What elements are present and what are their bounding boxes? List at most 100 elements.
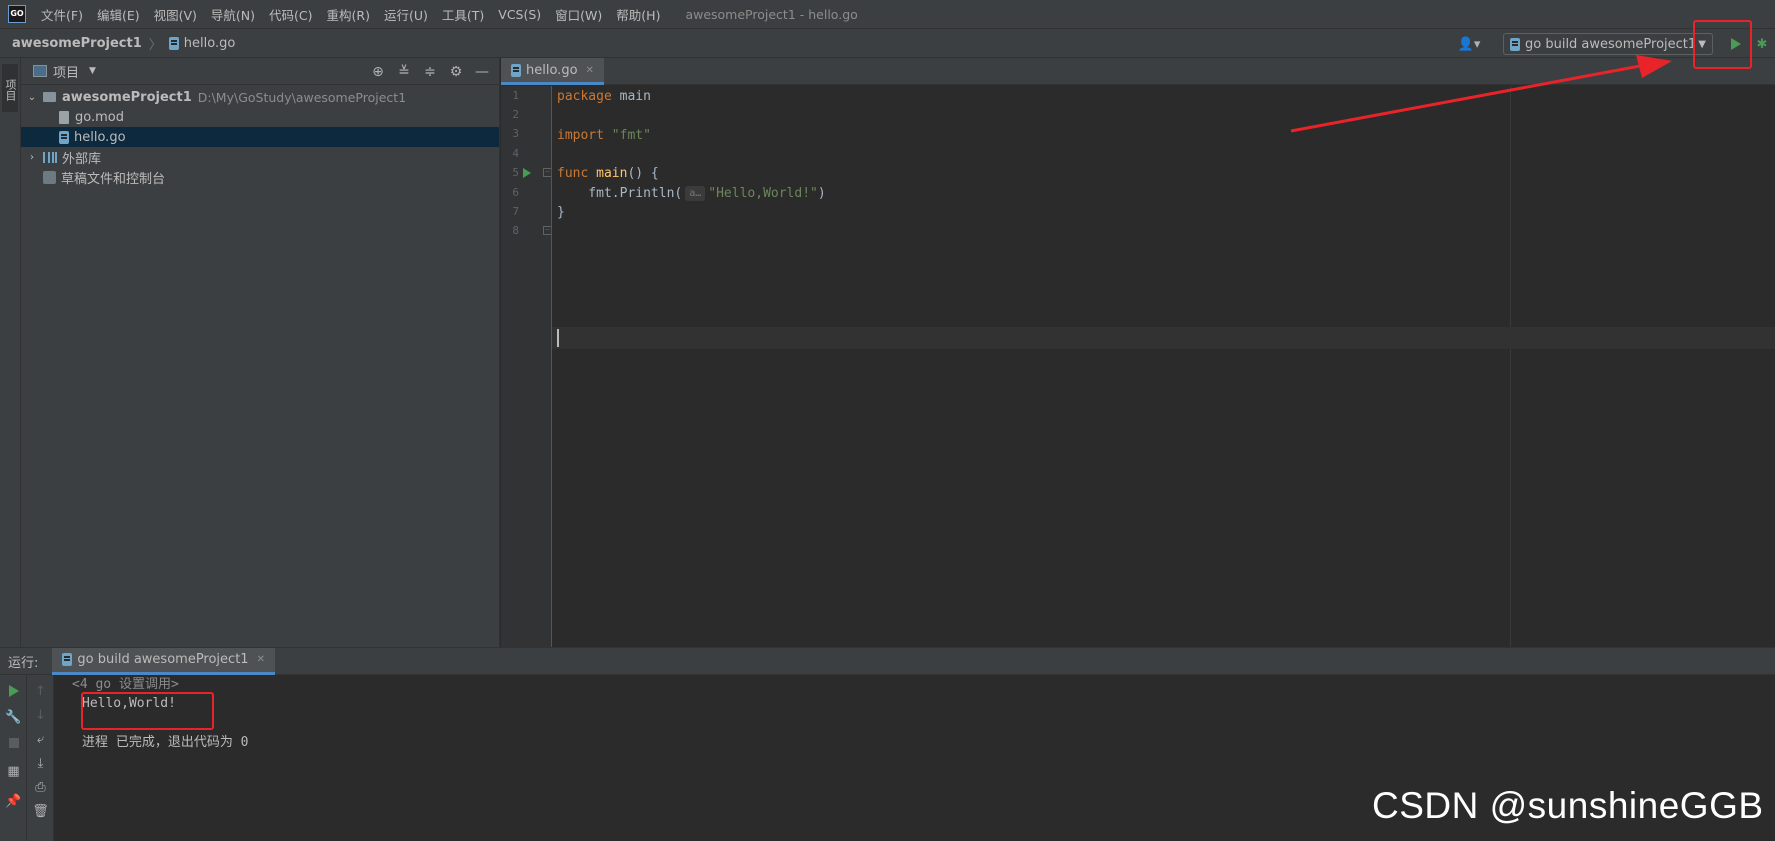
run-configuration-select[interactable]: go build awesomeProject1 ▼: [1503, 33, 1713, 55]
arrow-down-icon[interactable]: ↓: [27, 703, 54, 727]
keyword-import: import: [557, 128, 604, 143]
menu-refactor[interactable]: 重构(R): [320, 5, 377, 24]
tree-item-label: hello.go: [74, 129, 126, 145]
breadcrumb-file[interactable]: hello.go: [168, 35, 236, 51]
scroll-to-end-icon[interactable]: ⤓: [27, 751, 54, 775]
left-tool-strip: 项目: [0, 58, 21, 647]
chevron-down-icon: ▼: [1698, 38, 1706, 50]
menu-window[interactable]: 窗口(W): [548, 5, 609, 24]
gear-icon[interactable]: ⚙: [443, 64, 469, 80]
go-file-icon: [511, 63, 521, 77]
tree-item-scratches[interactable]: 草稿文件和控制台: [21, 167, 499, 187]
menu-vcs[interactable]: VCS(S): [491, 7, 548, 22]
closing-paren: ): [817, 186, 826, 201]
expand-all-icon[interactable]: ≚: [391, 64, 417, 80]
project-tree: ⌄ awesomeProject1 D:\My\GoStudy\awesomeP…: [21, 85, 499, 187]
code-line-3: import "fmt": [557, 125, 651, 147]
code-line-6: fmt.Println(a… "Hello,World!"): [557, 183, 826, 205]
run-tab[interactable]: go build awesomeProject1 ✕: [52, 647, 275, 675]
line-number: 3: [512, 127, 519, 140]
collapse-all-icon[interactable]: ≑: [417, 64, 443, 80]
run-button[interactable]: [1723, 31, 1749, 57]
menu-view[interactable]: 视图(V): [147, 5, 204, 24]
layout-icon[interactable]: ▦: [0, 759, 27, 783]
tree-item-label: go.mod: [75, 109, 124, 125]
menu-run[interactable]: 运行(U): [377, 5, 435, 24]
tree-item-hello-go[interactable]: hello.go: [21, 127, 499, 147]
stop-button[interactable]: [0, 731, 27, 755]
arrow-up-icon[interactable]: ↑: [27, 679, 54, 703]
editor-gutter: 1 2 3 4 5 6 7 8 − −: [501, 86, 552, 647]
chevron-down-icon[interactable]: ⌄: [25, 92, 39, 103]
go-file-icon: [1510, 37, 1520, 51]
scratches-icon: [43, 170, 56, 184]
function-name: main: [588, 166, 628, 181]
menu-code[interactable]: 代码(C): [262, 5, 319, 24]
run-gutter-icon[interactable]: [523, 168, 531, 178]
run-tab-label: go build awesomeProject1: [77, 652, 249, 667]
parameter-hint: a…: [685, 186, 706, 201]
line-number: 7: [512, 205, 519, 218]
breadcrumb-project[interactable]: awesomeProject1: [12, 36, 142, 51]
run-panel-header: 运行: go build awesomeProject1 ✕: [0, 647, 1775, 675]
print-icon[interactable]: ⎙: [27, 775, 54, 799]
menu-help[interactable]: 帮助(H): [609, 5, 667, 24]
console-hello-output: Hello,World!: [82, 696, 176, 711]
right-margin-guide: [1510, 86, 1511, 647]
go-file-icon: [59, 130, 69, 144]
wrench-icon[interactable]: 🔧: [0, 705, 27, 729]
locate-icon[interactable]: ⊕: [365, 64, 391, 80]
line-number: 5: [512, 166, 519, 179]
run-toolbar-primary: 🔧 ▦ 📌: [0, 675, 27, 841]
project-panel-header: 项目 ▼ ⊕ ≚ ≑ ⚙ —: [21, 58, 499, 85]
package-name: main: [611, 89, 651, 104]
navigation-bar: awesomeProject1 〉 hello.go 👤▾ go build a…: [0, 28, 1775, 58]
chevron-right-icon[interactable]: ›: [25, 152, 39, 163]
bug-icon: ✱: [1756, 36, 1768, 52]
hide-icon[interactable]: —: [469, 64, 495, 80]
text-caret: [557, 329, 559, 347]
import-path: "fmt": [603, 128, 651, 143]
run-panel-label: 运行:: [8, 655, 39, 671]
play-icon: [1731, 38, 1741, 50]
line-number: 2: [512, 108, 519, 121]
line-number: 8: [512, 224, 519, 237]
project-view-icon: [33, 65, 47, 77]
closing-brace: }: [557, 205, 565, 220]
code-line-1: package main: [557, 86, 651, 108]
close-icon[interactable]: ✕: [257, 654, 265, 665]
gutter-separator: [551, 86, 552, 647]
menu-file[interactable]: 文件(F): [34, 5, 90, 24]
chevron-down-icon[interactable]: ▼: [89, 66, 96, 76]
menu-edit[interactable]: 编辑(E): [90, 5, 147, 24]
editor-tab-bar: hello.go ✕: [501, 58, 1775, 85]
watermark: CSDN @sunshineGGB: [1372, 785, 1764, 826]
window-title: awesomeProject1 - hello.go: [685, 6, 858, 22]
tree-item-label: 草稿文件和控制台: [61, 171, 166, 187]
close-icon[interactable]: ✕: [586, 65, 594, 76]
tab-hello-go[interactable]: hello.go ✕: [501, 58, 604, 85]
go-file-icon: [168, 36, 179, 50]
breadcrumb-file-label: hello.go: [183, 35, 236, 51]
run-toolbar-secondary: ↑ ↓ ⤶ ⤓ ⎙ 🗑: [27, 675, 54, 841]
menu-bar: GO 文件(F) 编辑(E) 视图(V) 导航(N) 代码(C) 重构(R) 运…: [0, 0, 1775, 28]
soft-wrap-icon[interactable]: ⤶: [27, 727, 54, 751]
line-number: 4: [512, 147, 519, 160]
function-signature: () {: [627, 166, 659, 181]
code-line-7: }: [557, 202, 565, 224]
tree-item-go-mod[interactable]: go.mod: [21, 107, 499, 127]
tree-item-external-libraries[interactable]: › 外部库: [21, 147, 499, 167]
trash-icon[interactable]: 🗑: [27, 799, 54, 823]
rerun-button[interactable]: [0, 679, 27, 703]
line-number: 1: [512, 89, 519, 102]
menu-tools[interactable]: 工具(T): [435, 5, 491, 24]
user-icon[interactable]: 👤▾: [1455, 37, 1483, 52]
library-icon: [43, 151, 57, 163]
line-number: 6: [512, 186, 519, 199]
pin-icon[interactable]: 📌: [0, 789, 27, 813]
tree-item-project-root[interactable]: ⌄ awesomeProject1 D:\My\GoStudy\awesomeP…: [21, 87, 499, 107]
debug-button[interactable]: ✱: [1749, 31, 1775, 57]
project-tool-tab[interactable]: 项目: [2, 64, 18, 112]
menu-navigate[interactable]: 导航(N): [204, 5, 262, 24]
project-panel-title[interactable]: 项目: [53, 62, 79, 81]
